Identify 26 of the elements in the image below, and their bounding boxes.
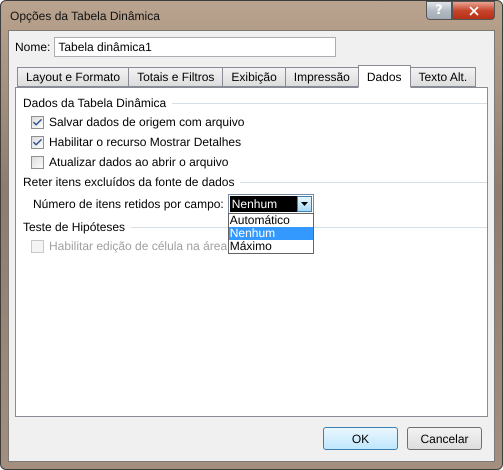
name-field[interactable]: Tabela dinâmica1 [54, 37, 336, 57]
check-icon [32, 136, 43, 148]
group-title: Teste de Hipóteses [23, 220, 126, 234]
checkbox-option[interactable]: Atualizar dados ao abrir o arquivo [31, 155, 228, 169]
field-label: Número de itens retidos por campo: [33, 197, 224, 211]
group-title: Reter itens excluídos da fonte de dados [23, 175, 234, 189]
checkbox[interactable] [31, 156, 44, 168]
tab[interactable]: Layout e Formato [17, 67, 130, 87]
group-title: Dados da Tabela Dinâmica [23, 96, 166, 110]
tab[interactable]: Exibição [222, 67, 286, 87]
checkbox[interactable] [31, 136, 44, 148]
dialog-button[interactable]: OK [323, 427, 398, 450]
checkbox-option[interactable]: Habilitar o recurso Mostrar Detalhes [31, 135, 242, 149]
close-icon [466, 4, 480, 18]
dialog-button[interactable]: Cancelar [407, 427, 482, 450]
close-button[interactable] [452, 1, 495, 20]
checkbox[interactable] [31, 116, 44, 128]
dropdown[interactable]: Nenhum [228, 194, 314, 214]
field-label: Nome: [15, 40, 50, 54]
checkbox-option[interactable]: Salvar dados de origem com arquivo [31, 115, 244, 129]
tab[interactable]: Texto Alt. [410, 67, 476, 87]
window-title: Opções da Tabela Dinâmica [9, 8, 160, 22]
tab[interactable]: Totais e Filtros [128, 67, 224, 87]
tab[interactable]: Dados [358, 65, 410, 88]
check-icon [32, 116, 43, 128]
tab[interactable]: Impressão [284, 67, 359, 87]
